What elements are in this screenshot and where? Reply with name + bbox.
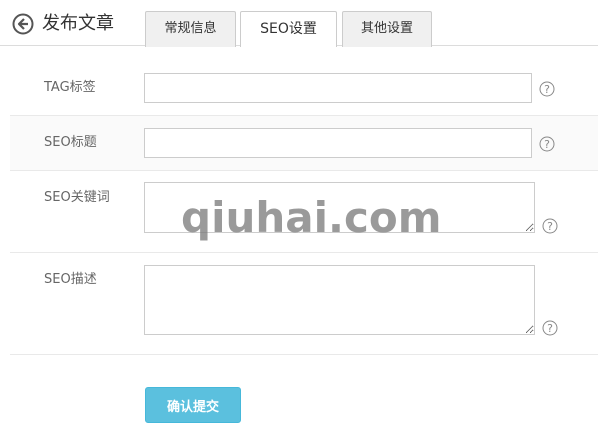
question-circle-icon[interactable]: ? (539, 81, 555, 97)
page-title: 发布文章 (42, 13, 114, 34)
question-circle-icon[interactable]: ? (542, 320, 558, 336)
seo-keywords-textarea[interactable] (144, 182, 535, 233)
page-header: 发布文章 常规信息 SEO设置 其他设置 (0, 0, 598, 47)
svg-text:?: ? (547, 220, 553, 233)
tag-label: TAG标签 (44, 80, 96, 95)
tab-seo-settings[interactable]: SEO设置 (240, 11, 337, 47)
back-arrow-icon[interactable] (12, 13, 34, 35)
seo-description-label: SEO描述 (44, 272, 97, 287)
submit-button[interactable]: 确认提交 (145, 387, 241, 423)
tab-general-info[interactable]: 常规信息 (145, 11, 236, 47)
question-circle-icon[interactable]: ? (542, 218, 558, 234)
seo-title-input[interactable] (144, 128, 532, 158)
svg-text:?: ? (544, 83, 550, 96)
seo-description-textarea[interactable] (144, 265, 535, 335)
svg-text:?: ? (544, 138, 550, 151)
form-row-seo-keywords: SEO关键词 ? (10, 171, 598, 253)
question-circle-icon[interactable]: ? (539, 136, 555, 152)
seo-title-label: SEO标题 (44, 135, 97, 150)
svg-text:?: ? (547, 322, 553, 335)
form-row-tag: TAG标签 ? (10, 60, 598, 116)
tab-other-settings[interactable]: 其他设置 (342, 11, 432, 47)
form-row-seo-title: SEO标题 ? (10, 116, 598, 171)
form-row-seo-description: SEO描述 ? (10, 253, 598, 355)
tag-input[interactable] (144, 73, 532, 103)
seo-keywords-label: SEO关键词 (44, 190, 110, 205)
